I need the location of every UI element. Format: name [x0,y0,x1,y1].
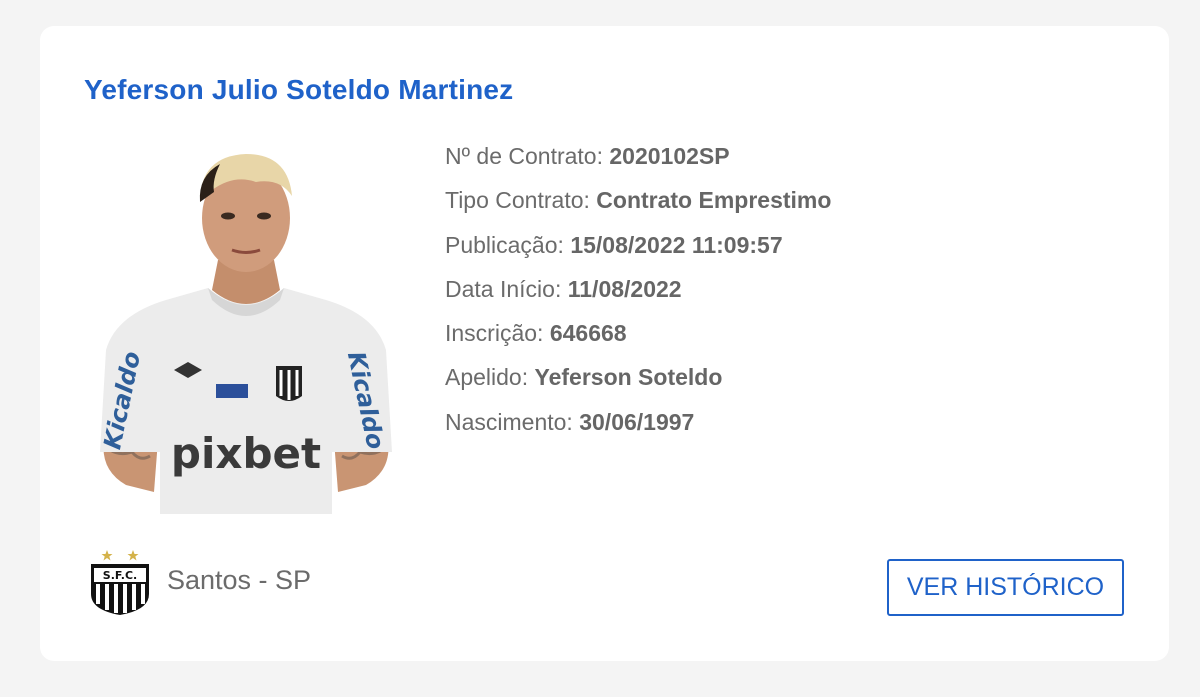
birth-date-row: Nascimento: 30/06/1997 [445,400,831,444]
club-info: S.F.C. Santos - SP [85,544,311,616]
field-label: Nascimento: [445,408,573,435]
contract-number-value: 2020102SP [609,143,730,169]
shirt-sponsor-text: pixbet [171,429,321,478]
field-label: Tipo Contrato: [445,187,590,214]
view-history-button[interactable]: VER HISTÓRICO [887,559,1124,616]
player-card: Yeferson Julio Soteldo Martinez pixbet K [40,26,1169,661]
contract-type-value: Contrato Emprestimo [596,187,832,214]
registration-row: Inscrição: 646668 [445,311,831,355]
contract-number-row: Nº de Contrato: 2020102SP [445,134,831,178]
nickname-value: Yeferson Soteldo [534,364,723,391]
contract-type-row: Tipo Contrato: Contrato Emprestimo [445,178,831,222]
birth-date-value: 30/06/1997 [579,408,695,435]
svg-text:S.F.C.: S.F.C. [103,569,137,582]
publication-row: Publicação: 15/08/2022 11:09:57 [445,223,831,267]
player-photo: pixbet Kicaldo Kicaldo [98,154,392,514]
nickname-row: Apelido: Yeferson Soteldo [445,355,831,399]
field-label: Inscrição: [445,320,544,347]
field-label: Apelido: [445,364,529,391]
contract-info: Nº de Contrato: 2020102SP Tipo Contrato:… [445,134,831,444]
registration-value: 646668 [549,320,627,347]
start-date-row: Data Início: 11/08/2022 [445,267,831,311]
santos-badge-icon: S.F.C. [91,550,149,615]
start-date-value: 11/08/2022 [567,275,682,302]
club-name: Santos - SP [167,564,312,595]
publication-value: 15/08/2022 11:09:57 [570,231,783,258]
field-label: Nº de Contrato: [445,143,603,169]
field-label: Data Início: [445,275,562,302]
field-label: Publicação: [445,231,564,258]
player-name: Yeferson Julio Soteldo Martinez [84,74,514,105]
